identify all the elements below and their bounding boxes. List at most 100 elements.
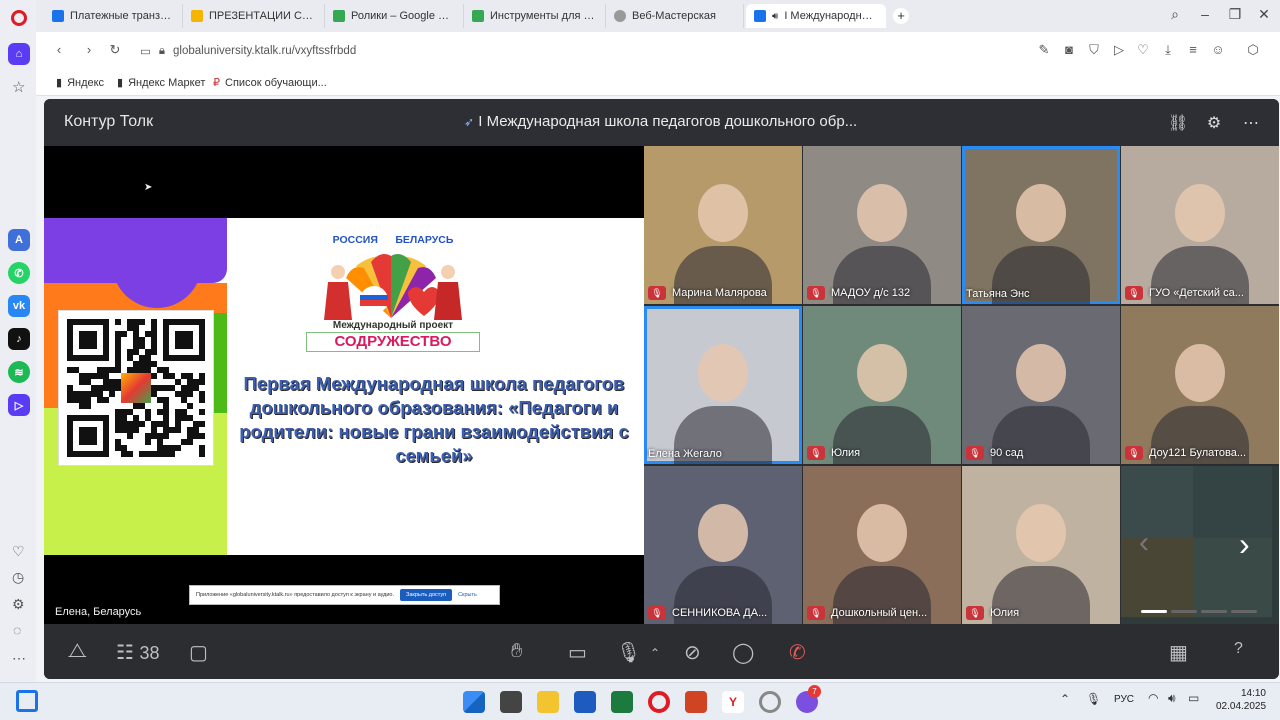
tab-favicon [52,10,64,22]
bookmark-star-icon[interactable]: ☆ [12,78,25,96]
menu-icon[interactable]: ≡ [1184,42,1202,57]
participant-tile[interactable]: 🎙︎ 90 сад [962,306,1120,464]
profile-icon[interactable]: ☺ [1209,42,1227,57]
settings-icon[interactable]: ⚙ [12,596,25,613]
bookmark-yandex-market[interactable]: ▮ Яндекс Маркет [117,76,205,90]
tab-3[interactable]: Ролики – Google Диск [325,4,464,28]
camera-off-icon[interactable]: ⊘ [684,640,701,665]
bookmark-yandex[interactable]: ▮ Яндекс [56,76,104,90]
tab-1[interactable]: Платежные транзакции · [44,4,183,28]
tray-mic-icon[interactable]: 🎙︎ [1086,692,1101,706]
forward-icon[interactable]: › [80,42,98,57]
mic-options-chevron-icon[interactable]: ⌃ [650,646,660,660]
opera-logo-icon[interactable] [11,10,27,26]
wifi-icon[interactable]: ◠ [1148,691,1158,705]
shield-icon[interactable]: ⛉ [1085,42,1103,58]
participant-tile[interactable]: 🎙︎ Марина Малярова [644,146,802,304]
aria-icon[interactable]: A [8,229,30,251]
bookmark-students[interactable]: ₽ Список обучающи... [213,76,327,90]
page-indicator[interactable] [1231,610,1257,613]
more-participants-tile[interactable]: ‹ › [1121,466,1279,624]
page-indicator[interactable] [1201,610,1227,613]
spotify-icon[interactable]: ≋ [8,361,30,383]
participant-tile[interactable]: Татьяна Энс [962,146,1120,304]
speaker-icon[interactable]: 🔊︎ [772,11,778,22]
shapes-icon[interactable]: ⧍ [68,640,87,663]
more-icon[interactable]: ⋯ [12,650,26,667]
file-explorer-icon[interactable] [537,691,559,713]
participant-tile[interactable]: 🎙︎ МАДОУ д/с 132 [803,146,961,304]
raise-hand-icon[interactable]: ✋︎ [511,640,522,663]
new-tab-button[interactable]: + [893,8,909,24]
tab-4[interactable]: Инструменты для кампус [464,4,606,28]
participant-tile[interactable]: 🎙︎ ГУО «Детский са... [1121,146,1279,304]
play-icon[interactable]: ▷ [1110,42,1128,58]
extensions-icon[interactable]: ⬡ [1244,42,1262,58]
chat-icon[interactable]: ▢ [189,640,208,665]
close-window-icon[interactable]: ✕ [1254,6,1274,23]
page-indicator[interactable] [1141,610,1167,613]
participant-tile[interactable]: 🎙︎ Юлия [962,466,1120,624]
app-icon[interactable] [759,691,781,713]
tab-2[interactable]: ПРЕЗЕНТАЦИИ СПИКЕРО [183,4,325,28]
whatsapp-icon[interactable]: ✆ [8,262,30,284]
tab-label: I Международная шк [784,10,878,22]
opera-taskbar-icon[interactable] [648,691,670,713]
participant-tile[interactable]: Елена Жегало [644,306,802,464]
edit-icon[interactable]: ✎ [1035,42,1053,58]
participant-video [1016,344,1066,402]
language-indicator[interactable]: РУС [1114,694,1134,705]
clock[interactable]: 14:10 02.04.2025 [1216,687,1266,713]
participants-button[interactable]: ☷ 38 [116,640,160,665]
widgets-icon[interactable] [16,690,38,712]
next-page-icon[interactable]: › [1239,526,1250,563]
vk-icon[interactable]: vk [8,295,30,317]
help-icon[interactable]: ? [1234,640,1243,658]
stop-sharing-button[interactable]: Закрыть доступ [400,589,453,601]
minimize-icon[interactable]: – [1195,6,1215,22]
excel-icon[interactable] [611,691,633,713]
history-icon[interactable]: ◷ [12,569,24,586]
camera-icon[interactable]: ◙ [1060,42,1078,57]
battery-icon[interactable]: ▭ [1188,691,1199,705]
tab-5[interactable]: Веб-Мастерская [606,4,744,28]
tiktok-icon[interactable]: ♪ [8,328,30,350]
task-view-icon[interactable] [500,691,522,713]
leave-call-icon[interactable]: ✆ [789,640,806,665]
start-icon[interactable] [463,691,485,713]
home-icon[interactable]: ⌂ [8,43,30,65]
powerpoint-icon[interactable] [685,691,707,713]
participant-tile[interactable]: 🎙︎ Юлия [803,306,961,464]
more-options-icon[interactable]: ⋯ [1241,113,1261,133]
effects-icon[interactable]: ◯ [732,640,754,665]
mic-off-icon[interactable]: 🎙︎ [616,640,641,665]
back-icon[interactable]: ‹ [50,42,68,57]
participant-tile[interactable]: 🎙︎ Дошкольный цен... [803,466,961,624]
favorites-heart-icon[interactable]: ♡ [1134,42,1152,58]
participant-tile[interactable]: 🎙︎ Доу121 Булатова... [1121,306,1279,464]
player-icon[interactable]: ▷ [8,394,30,416]
layout-icon[interactable]: ▦ [1169,640,1188,665]
qr-module [151,349,157,355]
prev-page-icon[interactable]: ‹ [1139,526,1149,560]
url-field[interactable]: ▭ 🔒︎ globaluniversity.ktalk.ru/vxyftssfrbd… [140,40,1020,62]
download-icon[interactable]: ⤓ [1159,42,1177,58]
search-tabs-icon[interactable]: ⌕ [1165,6,1185,23]
word-icon[interactable] [574,691,596,713]
yandex-browser-icon[interactable]: Y [722,691,744,713]
restore-icon[interactable]: ❐ [1225,6,1245,23]
screen-share-icon[interactable]: ▭ [140,44,151,58]
reload-icon[interactable]: ↻ [106,42,124,58]
settings-gear-icon[interactable]: ⚙ [1204,113,1224,133]
page-indicator[interactable] [1171,610,1197,613]
heart-icon[interactable]: ♡ [12,543,25,560]
link-icon[interactable]: ⛓ [1168,113,1188,133]
tab-6-active[interactable]: 🔊︎ I Международная шк [746,4,886,28]
hide-notice-link[interactable]: Скрыть [458,592,477,598]
participant-tile[interactable]: 🎙︎ СЕННИКОВА ДА... [644,466,802,624]
tips-icon[interactable]: ◌ [13,622,21,638]
tray-chevron-icon[interactable]: ⌃ [1060,692,1070,706]
volume-icon[interactable]: 🔊︎ [1168,691,1176,706]
screen-share-icon[interactable]: ▭ [568,640,587,665]
participant-name: ГУО «Детский са... [1149,287,1244,299]
